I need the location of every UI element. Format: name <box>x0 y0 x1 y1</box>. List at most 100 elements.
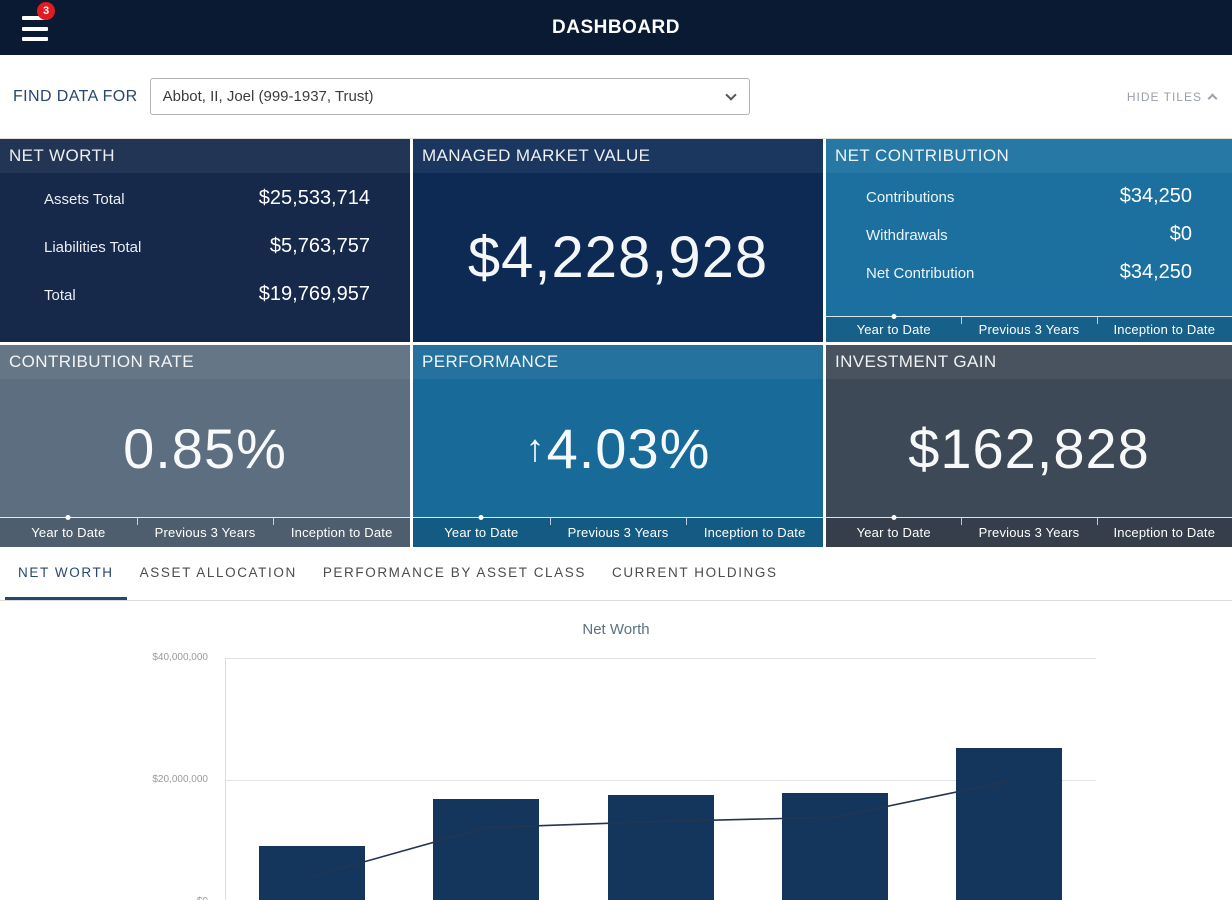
net-worth-bar <box>433 799 539 900</box>
period-tab-label: Previous 3 Years <box>568 525 669 540</box>
tile-value-wrap: $162,828 <box>826 379 1232 517</box>
tile-title: MANAGED MARKET VALUE <box>413 139 823 173</box>
net-worth-bar <box>956 748 1062 900</box>
dashboard-page: 3 DASHBOARD FIND DATA FOR Abbot, II, Joe… <box>0 0 1232 900</box>
period-tab-year-to-date[interactable]: Year to Date <box>413 518 550 547</box>
stat-row: Withdrawals $0 <box>866 223 1192 246</box>
client-select[interactable]: Abbot, II, Joel (999-1937, Trust) <box>150 78 750 115</box>
contribution-rate-value: 0.85% <box>123 416 287 481</box>
y-axis-label: $40,000,000 <box>88 652 208 663</box>
chevron-up-icon <box>1208 94 1218 104</box>
period-tab-previous-3-years[interactable]: Previous 3 Years <box>137 518 274 547</box>
selected-period-dot <box>891 314 896 319</box>
notification-badge: 3 <box>37 2 55 20</box>
period-tab-label: Previous 3 Years <box>979 525 1080 540</box>
section-tab-bar: NET WORTH ASSET ALLOCATION PERFORMANCE B… <box>0 547 1232 601</box>
period-tab-previous-3-years[interactable]: Previous 3 Years <box>961 317 1096 342</box>
period-tab-bar: Year to Date Previous 3 Years Inception … <box>0 517 410 547</box>
period-tab-inception-to-date[interactable]: Inception to Date <box>273 518 410 547</box>
gridline <box>225 658 1096 659</box>
stat-value: $0 <box>1170 223 1192 246</box>
period-tab-previous-3-years[interactable]: Previous 3 Years <box>961 518 1096 547</box>
period-tab-label: Inception to Date <box>704 525 806 540</box>
tile-investment-gain[interactable]: INVESTMENT GAIN $162,828 Year to Date Pr… <box>826 345 1232 547</box>
net-worth-bar <box>259 846 365 900</box>
stat-label: Net Contribution <box>866 265 974 282</box>
tile-value-wrap: ↑4.03% <box>413 379 823 517</box>
period-tab-label: Inception to Date <box>1113 525 1215 540</box>
hide-tiles-button[interactable]: HIDE TILES <box>1127 90 1216 104</box>
tile-net-worth[interactable]: NET WORTH Assets Total $25,533,714 Liabi… <box>0 139 410 342</box>
performance-value: ↑4.03% <box>526 416 711 481</box>
chevron-down-icon <box>725 89 736 100</box>
net-worth-bar <box>782 793 888 900</box>
period-tab-bar: Year to Date Previous 3 Years Inception … <box>413 517 823 547</box>
tile-performance[interactable]: PERFORMANCE ↑4.03% Year to Date Previous… <box>413 345 823 547</box>
stat-row: Contributions $34,250 <box>866 185 1192 208</box>
stat-value: $34,250 <box>1120 185 1192 208</box>
period-tab-label: Previous 3 Years <box>155 525 256 540</box>
performance-percent: 4.03% <box>547 417 711 480</box>
client-select-value: Abbot, II, Joel (999-1937, Trust) <box>163 88 374 105</box>
top-bar: 3 DASHBOARD <box>0 0 1232 55</box>
period-tab-label: Inception to Date <box>291 525 393 540</box>
tab-current-holdings[interactable]: CURRENT HOLDINGS <box>599 547 791 600</box>
stat-row: Total $19,769,957 <box>44 283 370 306</box>
selected-period-dot <box>479 515 484 520</box>
stat-value: $34,250 <box>1120 261 1192 284</box>
page-title: DASHBOARD <box>552 17 680 39</box>
up-arrow-icon: ↑ <box>526 428 546 470</box>
stat-label: Withdrawals <box>866 227 948 244</box>
tab-asset-allocation[interactable]: ASSET ALLOCATION <box>127 547 310 600</box>
period-tab-year-to-date[interactable]: Year to Date <box>826 518 961 547</box>
selected-period-dot <box>891 515 896 520</box>
stat-row: Assets Total $25,533,714 <box>44 187 370 210</box>
menu-button[interactable]: 3 <box>20 10 62 48</box>
period-tab-year-to-date[interactable]: Year to Date <box>826 317 961 342</box>
tile-contribution-rate[interactable]: CONTRIBUTION RATE 0.85% Year to Date Pre… <box>0 345 410 547</box>
period-tab-label: Year to Date <box>444 525 518 540</box>
net-contribution-rows: Contributions $34,250 Withdrawals $0 Net… <box>826 173 1232 284</box>
net-worth-bar <box>608 795 714 900</box>
find-data-label: FIND DATA FOR <box>13 88 138 106</box>
hide-tiles-label: HIDE TILES <box>1127 90 1202 104</box>
tab-net-worth[interactable]: NET WORTH <box>5 547 127 600</box>
net-worth-rows: Assets Total $25,533,714 Liabilities Tot… <box>0 173 410 306</box>
tile-value-wrap: $4,228,928 <box>413 173 823 342</box>
tab-label: CURRENT HOLDINGS <box>612 565 778 580</box>
tile-net-contribution[interactable]: NET CONTRIBUTION Contributions $34,250 W… <box>826 139 1232 342</box>
stat-label: Assets Total <box>44 191 125 208</box>
net-worth-chart: Net Worth $40,000,000$20,000,000$0 <box>0 601 1232 900</box>
stat-value: $19,769,957 <box>259 283 370 306</box>
period-tab-inception-to-date[interactable]: Inception to Date <box>1097 317 1232 342</box>
period-tab-bar: Year to Date Previous 3 Years Inception … <box>826 316 1232 342</box>
summary-tiles: NET WORTH Assets Total $25,533,714 Liabi… <box>0 139 1232 547</box>
find-data-bar: FIND DATA FOR Abbot, II, Joel (999-1937,… <box>0 55 1232 139</box>
period-tab-label: Year to Date <box>31 525 105 540</box>
tile-value-wrap: 0.85% <box>0 379 410 517</box>
tile-title: INVESTMENT GAIN <box>826 345 1232 379</box>
stat-row: Liabilities Total $5,763,757 <box>44 235 370 258</box>
tab-label: NET WORTH <box>18 565 114 580</box>
stat-value: $25,533,714 <box>259 187 370 210</box>
tile-title: PERFORMANCE <box>413 345 823 379</box>
tab-performance-by-asset-class[interactable]: PERFORMANCE BY ASSET CLASS <box>310 547 599 600</box>
period-tab-label: Year to Date <box>857 322 931 337</box>
tile-title: CONTRIBUTION RATE <box>0 345 410 379</box>
tile-title: NET CONTRIBUTION <box>826 139 1232 173</box>
y-axis-line <box>225 658 226 900</box>
tab-label: PERFORMANCE BY ASSET CLASS <box>323 565 586 580</box>
period-tab-inception-to-date[interactable]: Inception to Date <box>1097 518 1232 547</box>
tile-title: NET WORTH <box>0 139 410 173</box>
stat-label: Total <box>44 287 76 304</box>
period-tab-label: Inception to Date <box>1113 322 1215 337</box>
tab-label: ASSET ALLOCATION <box>140 565 297 580</box>
period-tab-year-to-date[interactable]: Year to Date <box>0 518 137 547</box>
period-tab-label: Previous 3 Years <box>979 322 1080 337</box>
tile-managed-market-value[interactable]: MANAGED MARKET VALUE $4,228,928 <box>413 139 823 342</box>
stat-label: Contributions <box>866 189 954 206</box>
period-tab-previous-3-years[interactable]: Previous 3 Years <box>550 518 687 547</box>
period-tab-label: Year to Date <box>857 525 931 540</box>
period-tab-bar: Year to Date Previous 3 Years Inception … <box>826 517 1232 547</box>
period-tab-inception-to-date[interactable]: Inception to Date <box>686 518 823 547</box>
